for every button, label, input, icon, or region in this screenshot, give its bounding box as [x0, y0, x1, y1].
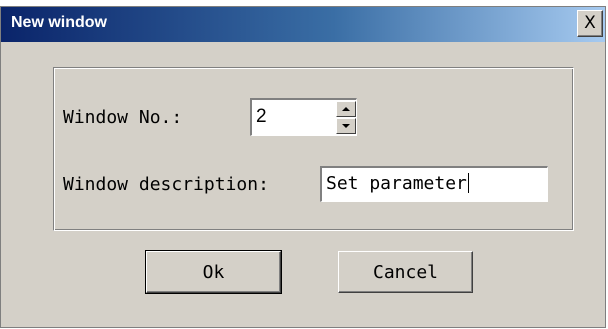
form-group-box — [53, 67, 574, 231]
window-no-label: Window No.: — [63, 107, 183, 128]
window-no-value[interactable]: 2 — [256, 106, 267, 128]
close-button[interactable]: X — [577, 10, 603, 37]
spin-up-button[interactable] — [336, 101, 356, 117]
window-description-value: Set parameter — [326, 173, 467, 194]
cancel-button[interactable]: Cancel — [338, 251, 473, 293]
window-description-input[interactable]: Set parameter — [320, 166, 548, 202]
window-no-spinner[interactable]: 2 — [250, 98, 357, 136]
title-bar[interactable]: New window X — [1, 7, 605, 42]
text-caret — [467, 173, 469, 193]
arrow-down-icon — [342, 124, 350, 128]
dialog-title: New window — [11, 14, 107, 31]
spin-down-button[interactable] — [336, 118, 356, 134]
ok-button[interactable]: Ok — [145, 250, 282, 294]
window-description-label: Window description: — [63, 174, 269, 195]
arrow-up-icon — [342, 107, 350, 111]
close-icon: X — [584, 13, 596, 33]
